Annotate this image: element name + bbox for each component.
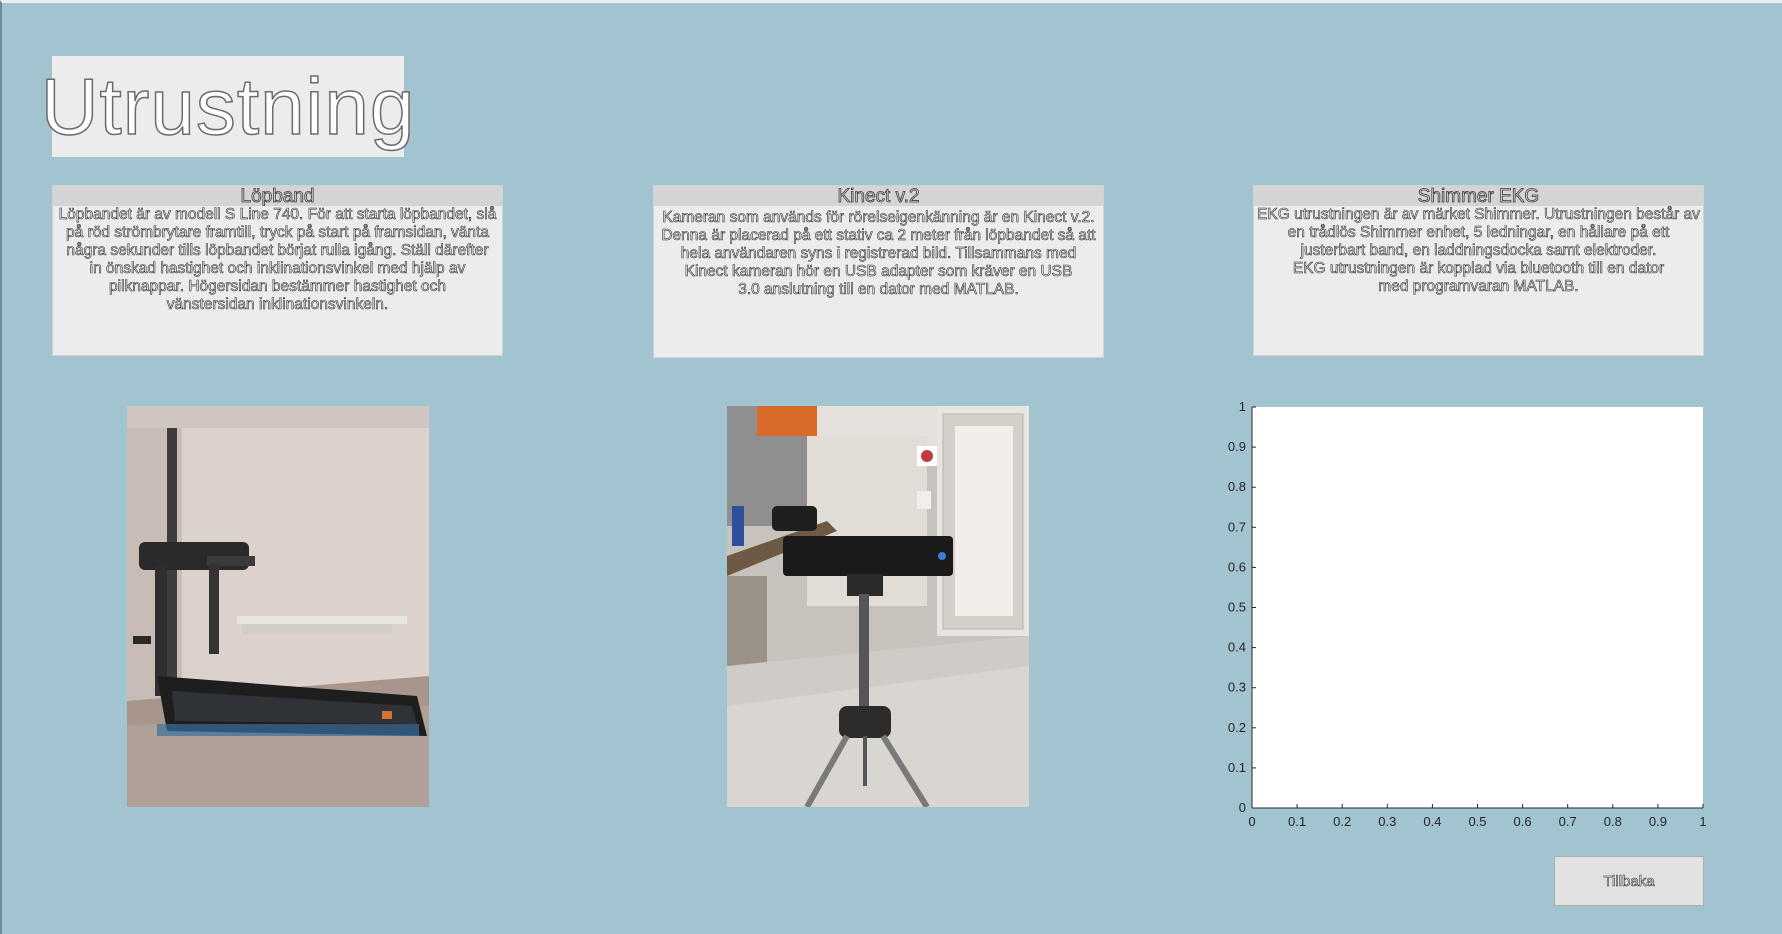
shimmer-panel: Shimmer EKG EKG utrustningen är av märke…	[1253, 185, 1704, 356]
page-title: Utrustning	[40, 61, 416, 151]
x-tick-label: 0.5	[1468, 814, 1486, 829]
y-tick-label: 0.7	[1228, 519, 1246, 534]
kinect-line: Kinect kameran hör en USB adapter som kr…	[684, 263, 1073, 281]
kinect-line: hela användaren syns i registrerad bild.…	[680, 245, 1077, 263]
shimmer-description: EKG utrustningen är av märket Shimmer. U…	[1254, 206, 1703, 296]
shimmer-line: med programvaran MATLAB.	[1378, 278, 1579, 296]
x-tick-label: 0.3	[1378, 814, 1396, 829]
kinect-photo	[727, 406, 1029, 807]
y-tick-label: 0.5	[1228, 600, 1246, 615]
app-window: Utrustning Löpband Löpbandet är av model…	[0, 0, 1782, 934]
kinect-line: Denna är placerad på ett stativ ca 2 met…	[661, 227, 1096, 245]
y-tick-label: 1	[1239, 399, 1246, 414]
treadmill-line: vänstersidan inklinationsvinkeln.	[166, 296, 389, 314]
y-tick-label: 0.8	[1228, 479, 1246, 494]
kinect-line: Kameran som används för rörelseigenkänni…	[662, 209, 1095, 227]
title-box: Utrustning	[40, 56, 415, 157]
shimmer-line: EKG utrustningen är kopplad via bluetoot…	[1292, 260, 1665, 278]
treadmill-line: på röd strömbrytare framtill, tryck på s…	[66, 224, 490, 242]
y-tick-label: 0.4	[1228, 640, 1246, 655]
kinect-description: Kameran som används för rörelseigenkänni…	[654, 206, 1103, 299]
back-button[interactable]: Tillbaka	[1554, 856, 1704, 906]
shimmer-line: EKG utrustningen är av märket Shimmer. U…	[1257, 206, 1700, 224]
treadmill-photo	[127, 406, 429, 807]
x-tick-label: 0.2	[1333, 814, 1351, 829]
treadmill-description: Löpbandet är av modell S Line 740. För a…	[53, 206, 502, 314]
treadmill-panel-header: Löpband	[53, 186, 502, 206]
x-tick-label: 0.7	[1559, 814, 1577, 829]
x-tick-label: 0	[1248, 814, 1255, 829]
y-tick-label: 0.9	[1228, 439, 1246, 454]
x-tick-label: 1	[1699, 814, 1706, 829]
treadmill-line: in önskad hastighet och inklinationsvink…	[89, 260, 466, 278]
x-tick-label: 0.6	[1514, 814, 1532, 829]
y-tick-label: 0.1	[1228, 760, 1246, 775]
x-tick-label: 0.9	[1649, 814, 1667, 829]
y-tick-label: 0.2	[1228, 720, 1246, 735]
shimmer-panel-header: Shimmer EKG	[1254, 186, 1703, 206]
x-tick-label: 0.8	[1604, 814, 1622, 829]
kinect-panel-header: Kinect v.2	[654, 186, 1103, 206]
kinect-panel: Kinect v.2 Kameran som används för rörel…	[653, 185, 1104, 358]
shimmer-line: justerbart band, en laddningsdocka samt …	[1300, 242, 1657, 260]
y-tick-label: 0	[1239, 800, 1246, 815]
treadmill-panel: Löpband Löpbandet är av modell S Line 74…	[52, 185, 503, 356]
shimmer-line: en trådlös Shimmer enhet, 5 ledningar, e…	[1287, 224, 1670, 242]
ekg-axes[interactable]: 0 0.1 0.2 0.3 0.4 0.5 0.6 0.7 0.8 0.9 1 0 0.1 0.2 0.3 0…	[1222, 399, 1722, 829]
x-tick-label: 0.1	[1288, 814, 1306, 829]
treadmill-line: några sekunder tills löpbandet börjat ru…	[66, 242, 489, 260]
y-tick-label: 0.3	[1228, 680, 1246, 695]
axes-plot-area	[1252, 407, 1703, 808]
kinect-line: 3.0 anslutning till en dator med MATLAB.	[738, 281, 1019, 299]
y-tick-label: 0.6	[1228, 559, 1246, 574]
treadmill-line: Löpbandet är av modell S Line 740. För a…	[58, 206, 497, 224]
x-tick-label: 0.4	[1423, 814, 1441, 829]
treadmill-line: pilknappar. Högersidan bestämmer hastigh…	[109, 278, 446, 296]
